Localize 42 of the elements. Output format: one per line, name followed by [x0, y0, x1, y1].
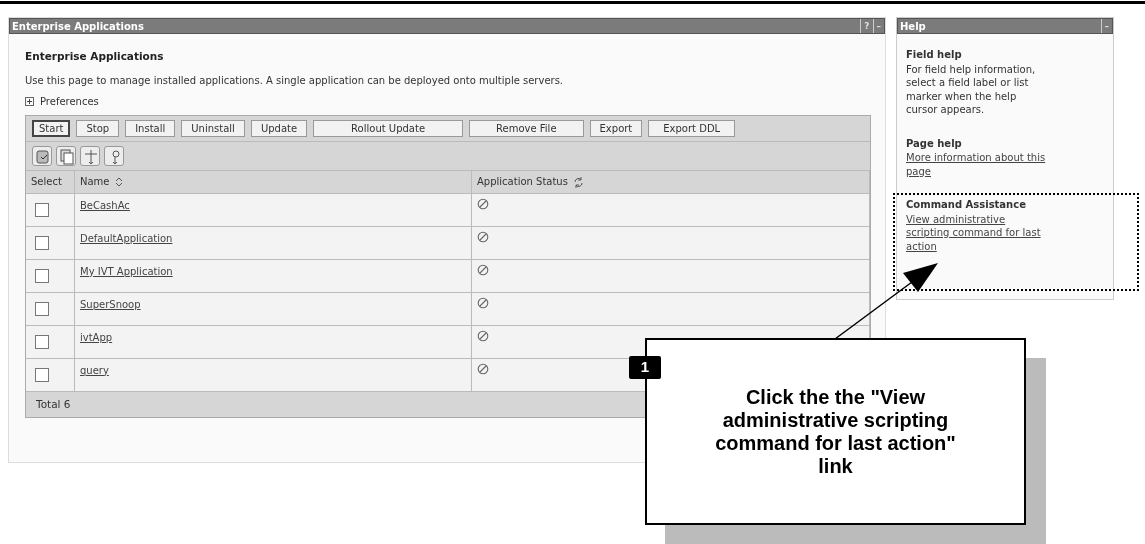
- help-text: For field help information, select a field label or list marker when the help cursor appears.: [906, 62, 1037, 117]
- action-button[interactable]: Export: [589, 119, 643, 137]
- column-header[interactable]: Name: [80, 174, 110, 190]
- refresh-icon[interactable]: [572, 174, 584, 190]
- total-count: Total 6: [36, 397, 71, 410]
- row-checkbox[interactable]: [35, 235, 49, 250]
- panel-title: Enterprise Applications: [12, 19, 145, 34]
- panel-title: Help: [900, 19, 927, 34]
- application-link[interactable]: DefaultApplication: [80, 232, 173, 244]
- help-heading: Command Assistance: [906, 198, 1027, 212]
- help-heading: Page help: [906, 136, 963, 150]
- application-link[interactable]: My IVT Application: [80, 265, 173, 277]
- page-heading: Enterprise Applications: [25, 49, 165, 64]
- select-all-icon[interactable]: [32, 145, 52, 166]
- action-button[interactable]: Update: [250, 119, 308, 137]
- action-button[interactable]: Start: [32, 119, 71, 137]
- application-link[interactable]: BeCashAc: [80, 199, 130, 211]
- application-link[interactable]: SuperSnoop: [80, 298, 141, 310]
- row-checkbox[interactable]: [35, 334, 49, 349]
- action-button[interactable]: Export DDL: [648, 119, 736, 137]
- application-link[interactable]: ivtApp: [80, 331, 113, 343]
- help-link[interactable]: View administrative scripting command for last action: [906, 212, 1047, 253]
- action-button[interactable]: Remove File: [469, 119, 584, 137]
- help-link[interactable]: More information about this page: [906, 151, 1047, 178]
- row-checkbox[interactable]: [35, 301, 49, 316]
- expand-icon[interactable]: [25, 96, 34, 106]
- search-filter-icon[interactable]: [104, 145, 124, 166]
- action-button[interactable]: Rollout Update: [313, 119, 464, 137]
- preferences-link[interactable]: Preferences: [40, 93, 99, 109]
- application-link[interactable]: query: [80, 364, 109, 376]
- column-header: Select: [31, 175, 62, 190]
- row-checkbox[interactable]: [35, 202, 49, 217]
- help-heading: Field help: [906, 48, 963, 62]
- action-button[interactable]: Stop: [76, 119, 120, 137]
- copy-icon[interactable]: [56, 145, 76, 166]
- row-checkbox[interactable]: [35, 268, 49, 283]
- row-checkbox[interactable]: [35, 367, 49, 382]
- step-number: 1: [629, 356, 661, 379]
- page-description: Use this page to manage installed applications. A single application can be deployed onto multiple servers.: [25, 73, 565, 88]
- column-header[interactable]: Application Status: [477, 174, 568, 190]
- action-button[interactable]: Install: [125, 119, 176, 137]
- action-button[interactable]: Uninstall: [181, 119, 245, 137]
